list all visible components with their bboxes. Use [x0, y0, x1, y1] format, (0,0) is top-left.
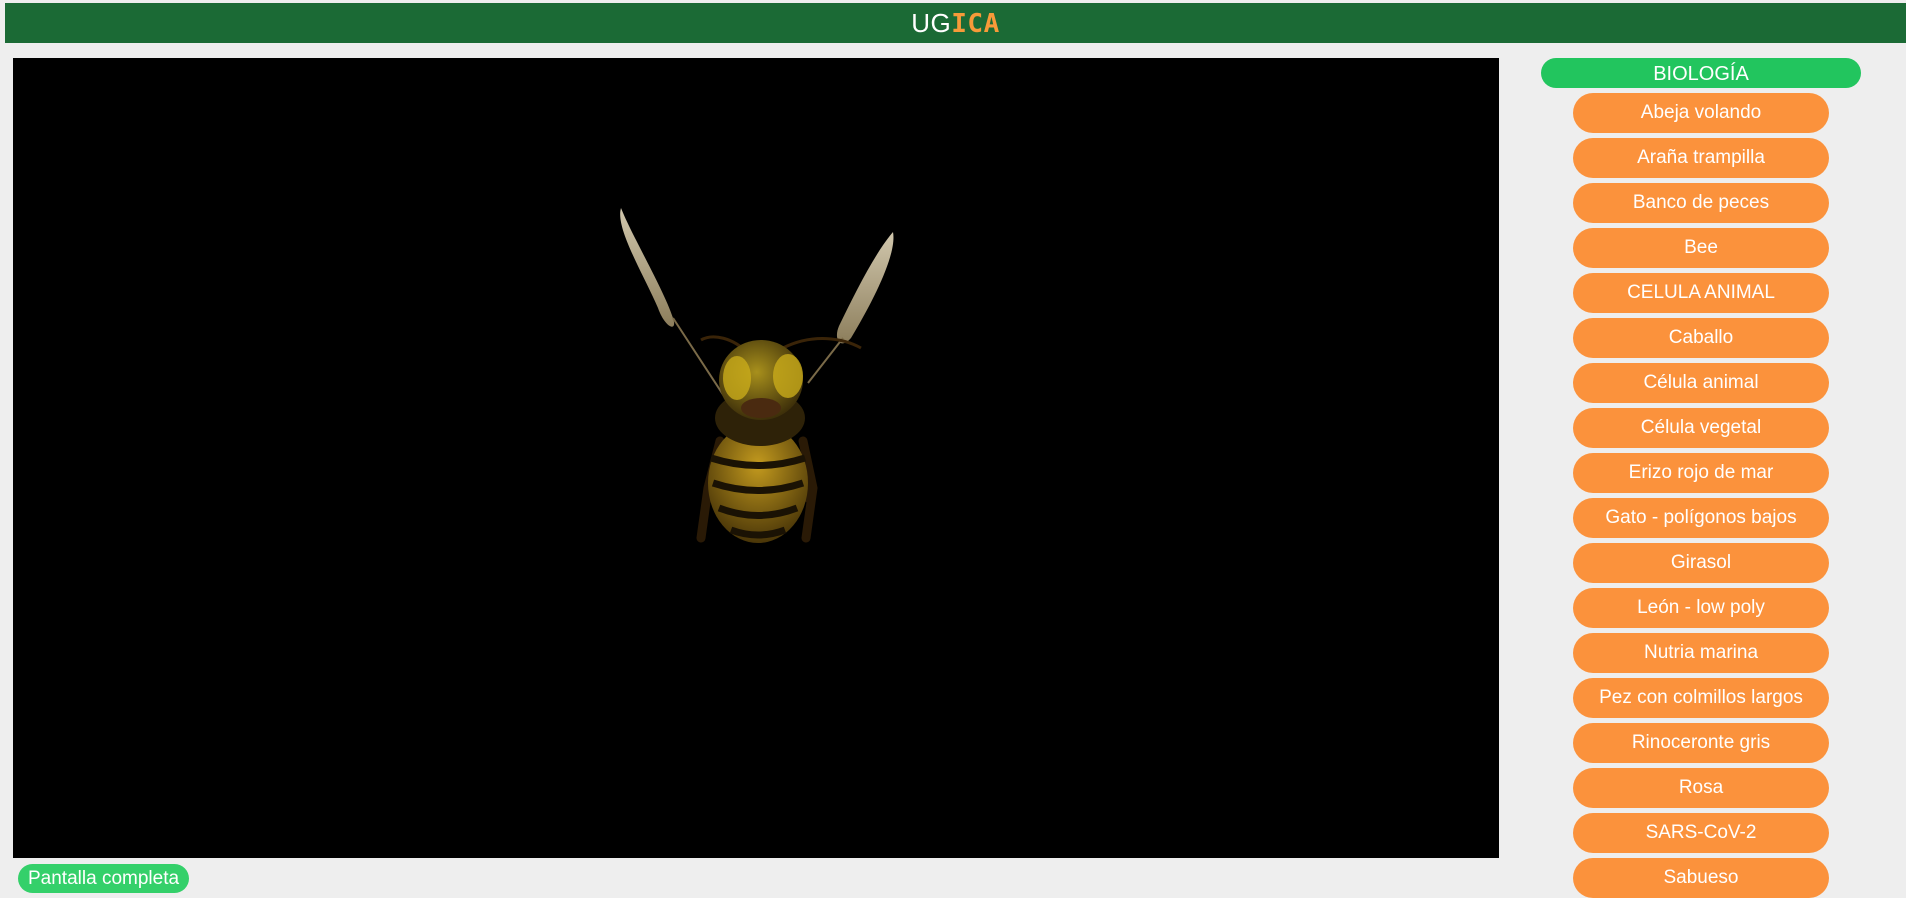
model-item[interactable]: Célula animal	[1573, 363, 1829, 403]
fullscreen-button[interactable]: Pantalla completa	[18, 864, 190, 893]
brand-text-ug: UG	[911, 7, 952, 38]
model-item[interactable]: Bee	[1573, 228, 1829, 268]
model-item[interactable]: Nutria marina	[1573, 633, 1829, 673]
top-header: UGICA	[5, 3, 1906, 43]
model-sidebar: BIOLOGÍA Abeja volando Araña trampilla B…	[1540, 58, 1862, 898]
model-item[interactable]: CELULA ANIMAL	[1573, 273, 1829, 313]
model-item[interactable]: Gato - polígonos bajos	[1573, 498, 1829, 538]
model-viewer[interactable]	[13, 58, 1499, 858]
model-item[interactable]: Pez con colmillos largos	[1573, 678, 1829, 718]
model-item[interactable]: Rinoceronte gris	[1573, 723, 1829, 763]
category-biologia-button[interactable]: BIOLOGÍA	[1541, 58, 1861, 88]
model-item[interactable]: Caballo	[1573, 318, 1829, 358]
right-wing	[807, 232, 894, 384]
model-item[interactable]: Erizo rojo de mar	[1573, 453, 1829, 493]
brand-logo[interactable]: UGICA	[911, 8, 999, 39]
brand-text-ica: ICA	[951, 8, 1000, 39]
bee-model	[620, 208, 894, 543]
model-item[interactable]: Abeja volando	[1573, 93, 1829, 133]
mandibles	[741, 398, 781, 418]
model-item[interactable]: Célula vegetal	[1573, 408, 1829, 448]
model-list: Abeja volando Araña trampilla Banco de p…	[1540, 93, 1862, 898]
model-item[interactable]: León - low poly	[1573, 588, 1829, 628]
right-antenna	[782, 337, 862, 350]
model-item[interactable]: Banco de peces	[1573, 183, 1829, 223]
left-wing	[620, 208, 736, 414]
model-item[interactable]: Girasol	[1573, 543, 1829, 583]
model-item[interactable]: Araña trampilla	[1573, 138, 1829, 178]
model-item[interactable]: Rosa	[1573, 768, 1829, 808]
model-item[interactable]: Sabueso	[1573, 858, 1829, 898]
right-eye	[773, 354, 803, 398]
left-eye	[723, 356, 751, 400]
model-item[interactable]: SARS-CoV-2	[1573, 813, 1829, 853]
